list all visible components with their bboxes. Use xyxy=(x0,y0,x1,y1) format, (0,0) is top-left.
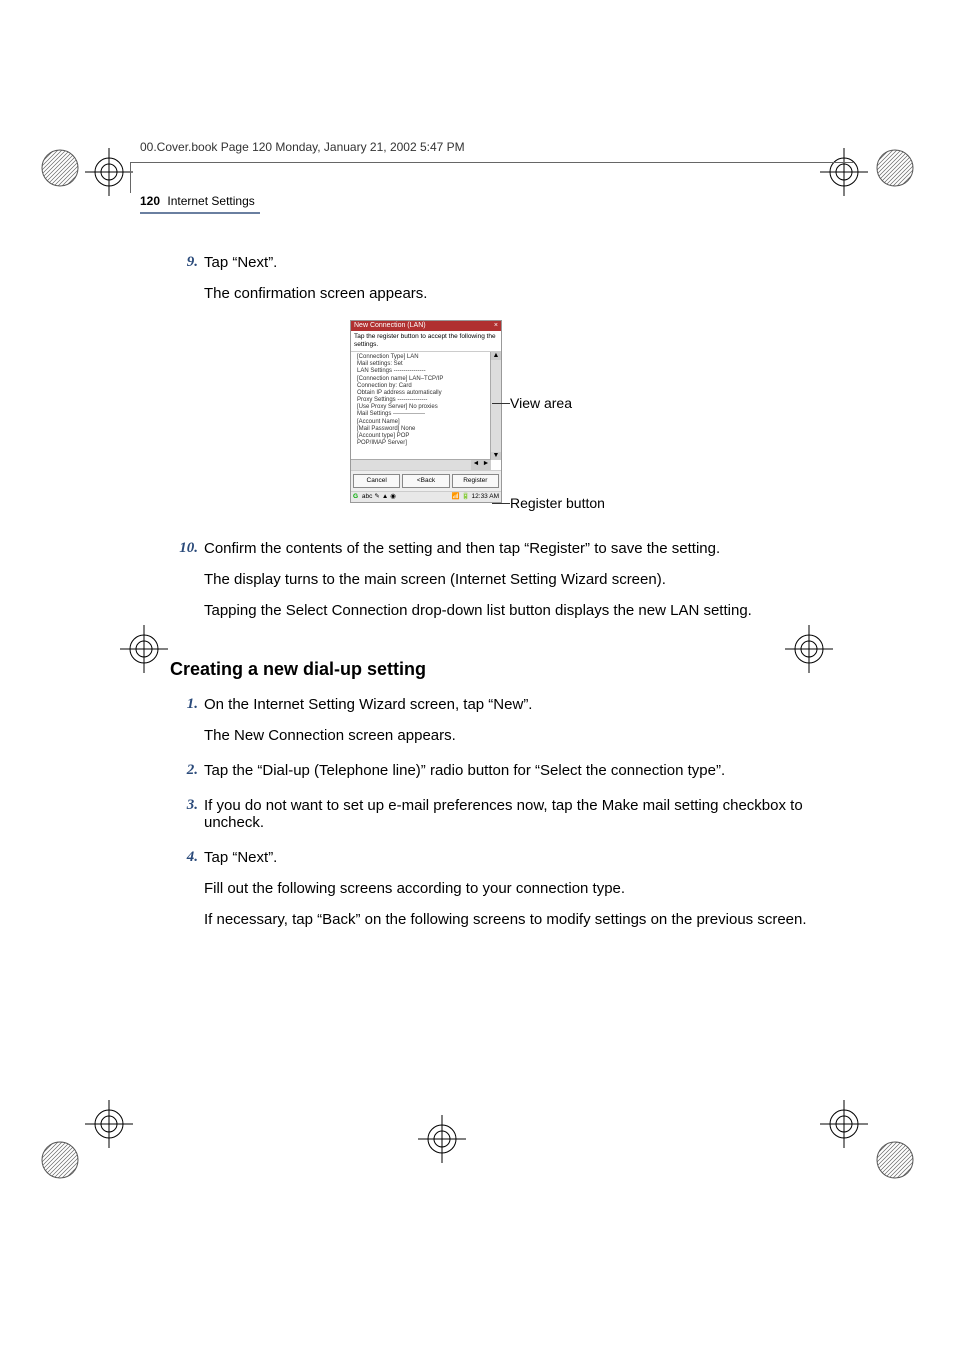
scroll-left-icon[interactable]: ◄ xyxy=(471,460,481,470)
step-number: 1. xyxy=(170,696,204,758)
hatched-circle-icon xyxy=(875,148,915,188)
callout-register-button: Register button xyxy=(510,495,605,511)
body-text: The display turns to the main screen (In… xyxy=(204,571,820,588)
scroll-down-icon[interactable]: ▼ xyxy=(491,452,501,460)
list-item: Mail Settings ---------------- xyxy=(357,411,489,418)
scroll-up-icon[interactable]: ▲ xyxy=(491,352,501,360)
reg-mark-icon xyxy=(85,148,133,196)
cancel-button[interactable]: Cancel xyxy=(353,474,400,488)
scroll-right-icon[interactable]: ► xyxy=(481,460,491,470)
step-number: 3. xyxy=(170,797,204,845)
section-title: Internet Settings xyxy=(167,194,254,208)
back-button[interactable]: <Back xyxy=(402,474,449,488)
register-button[interactable]: Register xyxy=(452,474,499,488)
close-icon[interactable]: × xyxy=(494,322,498,330)
callout-view-area: View area xyxy=(510,395,572,411)
reg-mark-icon xyxy=(418,1115,466,1163)
step-number: 4. xyxy=(170,849,204,942)
body-text: The confirmation screen appears. xyxy=(204,285,820,302)
status-right: 📶 🔋 12:33 AM xyxy=(452,493,499,501)
list-item: [Use Proxy Server] No proxies xyxy=(357,404,489,411)
horizontal-scrollbar[interactable]: ◄ ► xyxy=(351,459,491,470)
window-title: New Connection (LAN) xyxy=(354,322,426,330)
body-text: If you do not want to set up e-mail pref… xyxy=(204,797,820,831)
list-item: [Connection name] LAN–TCP/IP xyxy=(357,376,489,383)
reg-mark-icon xyxy=(85,1100,133,1148)
list-item: [Connection Type] LAN xyxy=(357,354,489,361)
body-text: Tap “Next”. xyxy=(204,849,820,866)
body-text: Confirm the contents of the setting and … xyxy=(204,540,820,557)
list-item: [Account Name] xyxy=(357,419,489,426)
body-text: The New Connection screen appears. xyxy=(204,727,820,744)
dialog-intro: Tap the register button to accept the fo… xyxy=(351,331,501,352)
settings-list: [Connection Type] LAN Mail settings: Set… xyxy=(351,352,501,449)
list-item: LAN Settings ---------------- xyxy=(357,368,489,375)
frame-header: 00.Cover.book Page 120 Monday, January 2… xyxy=(140,140,820,154)
device-screenshot: New Connection (LAN) × Tap the register … xyxy=(350,320,502,503)
list-item: Obtain IP address automatically xyxy=(357,390,489,397)
body-text: Tapping the Select Connection drop-down … xyxy=(204,602,820,619)
list-item: Mail settings: Set xyxy=(357,361,489,368)
step-number: 9. xyxy=(170,254,204,316)
hatched-circle-icon xyxy=(40,148,80,188)
running-head: 120 Internet Settings xyxy=(140,194,820,214)
vertical-scrollbar[interactable]: ▲ ▼ xyxy=(490,352,501,460)
section-heading: Creating a new dial-up setting xyxy=(170,659,820,680)
reg-mark-icon xyxy=(820,1100,868,1148)
page-number: 120 xyxy=(140,194,160,208)
step-number: 10. xyxy=(170,540,204,633)
list-item: [Account type] POP xyxy=(357,433,489,440)
body-text: Tap the “Dial-up (Telephone line)” radio… xyxy=(204,762,820,779)
status-icons: G G abc ✎ ▲ ●abc✎▲◉ xyxy=(353,493,398,501)
body-text: On the Internet Setting Wizard screen, t… xyxy=(204,696,820,713)
list-item: Connection by: Card xyxy=(357,383,489,390)
list-item: POP/IMAP Server] xyxy=(357,440,489,447)
body-text: Fill out the following screens according… xyxy=(204,880,820,897)
step-number: 2. xyxy=(170,762,204,793)
list-item: [Mail Password] None xyxy=(357,426,489,433)
body-text: If necessary, tap “Back” on the followin… xyxy=(204,911,820,928)
hatched-circle-icon xyxy=(40,1140,80,1180)
body-text: Tap “Next”. xyxy=(204,254,820,271)
hatched-circle-icon xyxy=(875,1140,915,1180)
list-item: Proxy Settings --------------- xyxy=(357,397,489,404)
